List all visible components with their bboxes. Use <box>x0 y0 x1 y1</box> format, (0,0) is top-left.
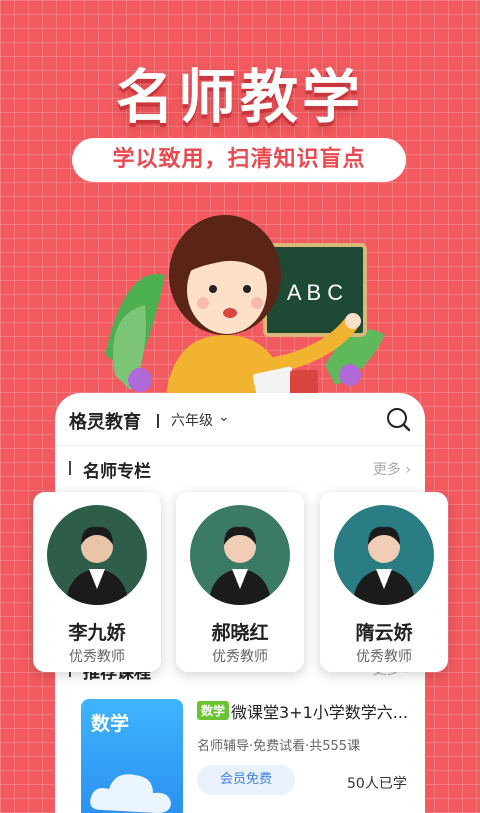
course-card[interactable]: 数学 数学 微课堂3+1小学数学六... 名师辅导·免费试看·共555课 会员免… <box>67 681 413 813</box>
subject-tag: 数学 <box>197 701 230 720</box>
board-text: A B C <box>287 280 343 305</box>
course-cover: 数学 <box>81 699 183 813</box>
app-header: 格灵教育 六年级 ⌄ <box>55 393 425 446</box>
teachers-more-link[interactable]: 更多 › <box>373 459 411 479</box>
cover-label: 数学 <box>91 713 130 735</box>
avatar <box>190 505 290 605</box>
teachers-section-title: 名师专栏 <box>83 462 151 482</box>
grade-selector[interactable]: 六年级 <box>171 410 213 430</box>
section-marker <box>69 461 71 475</box>
teacher-title: 优秀教师 <box>212 649 268 665</box>
member-free-button[interactable]: 会员免费 <box>197 765 295 795</box>
teacher-title: 优秀教师 <box>356 649 412 665</box>
tagline-pill: 学以致用，扫清知识盲点 <box>72 138 406 182</box>
teacher-card[interactable]: 郝晓红 优秀教师 <box>176 492 304 672</box>
headline: 名师教学 <box>115 63 364 131</box>
tagline-text: 学以致用，扫清知识盲点 <box>112 147 366 172</box>
chevron-down-icon[interactable]: ⌄ <box>218 409 230 425</box>
app-brand: 格灵教育 <box>69 412 141 433</box>
teacher-name: 郝晓红 <box>211 622 269 644</box>
teacher-card[interactable]: 李九娇 优秀教师 <box>33 492 161 672</box>
course-meta: 名师辅导·免费试看·共555课 <box>197 739 361 754</box>
teacher-title: 优秀教师 <box>69 649 125 665</box>
teacher-name: 隋云娇 <box>355 622 413 644</box>
teachers-section-header: 名师专栏 更多 › <box>55 453 425 483</box>
avatar <box>334 505 434 605</box>
header-divider <box>157 414 159 428</box>
course-title[interactable]: 微课堂3+1小学数学六... <box>231 699 411 723</box>
teacher-name: 李九娇 <box>68 622 126 644</box>
learner-count: 50人已学 <box>347 776 407 792</box>
teacher-illustration: A B C <box>105 215 385 405</box>
search-icon[interactable] <box>385 406 411 432</box>
teacher-card[interactable]: 隋云娇 优秀教师 <box>320 492 448 672</box>
cloud-icon <box>90 774 171 813</box>
avatar <box>47 505 147 605</box>
